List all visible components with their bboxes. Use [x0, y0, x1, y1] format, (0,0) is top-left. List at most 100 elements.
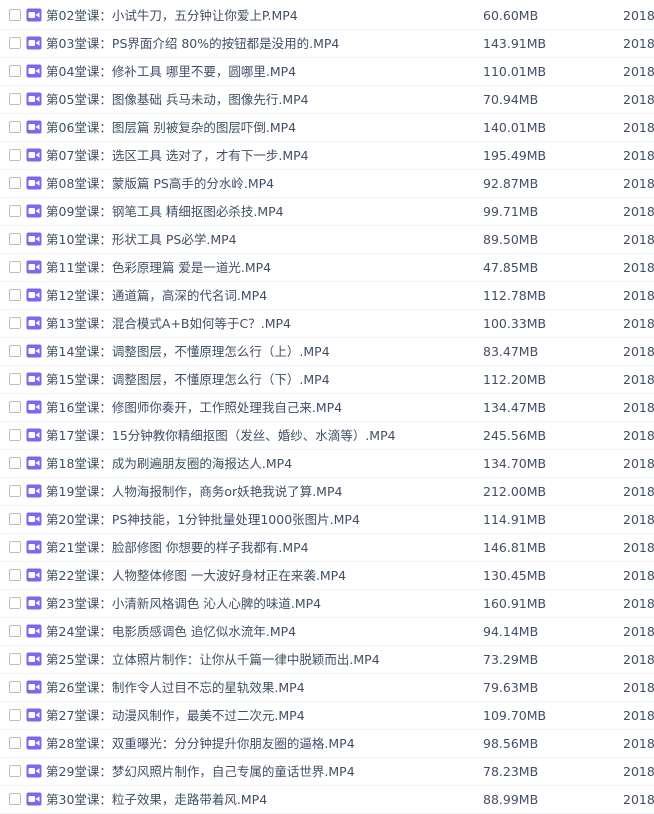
row-checkbox[interactable] [9, 9, 21, 21]
file-name[interactable]: 第18堂课：成为刷遍朋友圈的海报达人.MP4 [46, 450, 292, 477]
file-row[interactable]: 第20堂课：PS神技能，1分钟批量处理1000张图片.MP4 114.91MB … [0, 506, 654, 534]
file-name[interactable]: 第04堂课：修补工具 哪里不要，圆哪里.MP4 [46, 58, 296, 85]
file-row[interactable]: 第02堂课：小试牛刀，五分钟让你爱上P.MP4 60.60MB 2018- [0, 2, 654, 30]
video-file-icon [26, 176, 42, 190]
file-row[interactable]: 第07堂课：选区工具 选对了，才有下一步.MP4 195.49MB 2018- [0, 142, 654, 170]
row-checkbox[interactable] [9, 373, 21, 385]
row-checkbox[interactable] [9, 793, 21, 805]
file-name[interactable]: 第08堂课：蒙版篇 PS高手的分水岭.MP4 [46, 170, 274, 197]
file-size: 83.47MB [483, 344, 539, 359]
file-name[interactable]: 第21堂课：脸部修图 你想要的样子我都有.MP4 [46, 534, 309, 561]
file-name[interactable]: 第16堂课：修图师你奏开，工作照处理我自己来.MP4 [46, 394, 342, 421]
file-name[interactable]: 第24堂课：电影质感调色 追忆似水流年.MP4 [46, 618, 296, 645]
row-checkbox[interactable] [9, 149, 21, 161]
file-date: 2018- [623, 176, 654, 191]
file-row[interactable]: 第16堂课：修图师你奏开，工作照处理我自己来.MP4 134.47MB 2018… [0, 394, 654, 422]
row-checkbox[interactable] [9, 93, 21, 105]
row-checkbox[interactable] [9, 625, 21, 637]
row-checkbox[interactable] [9, 485, 21, 497]
file-date: 2018- [623, 372, 654, 387]
row-checkbox[interactable] [9, 457, 21, 469]
file-name[interactable]: 第05堂课：图像基础 兵马未动，图像先行.MP4 [46, 86, 309, 113]
file-name[interactable]: 第19堂课：人物海报制作，商务or妖艳我说了算.MP4 [46, 478, 342, 505]
file-name[interactable]: 第06堂课：图层篇 别被复杂的图层吓倒.MP4 [46, 114, 296, 141]
file-name[interactable]: 第07堂课：选区工具 选对了，才有下一步.MP4 [46, 142, 309, 169]
file-row[interactable]: 第12堂课：通道篇，高深的代名词.MP4 112.78MB 2018- [0, 282, 654, 310]
file-row[interactable]: 第27堂课：动漫风制作，最美不过二次元.MP4 109.70MB 2018- [0, 702, 654, 730]
file-name[interactable]: 第28堂课：双重曝光：分分钟提升你朋友圈的逼格.MP4 [46, 730, 355, 757]
row-checkbox[interactable] [9, 289, 21, 301]
file-row[interactable]: 第15堂课：调整图层，不懂原理怎么行（下）.MP4 112.20MB 2018- [0, 366, 654, 394]
file-row[interactable]: 第05堂课：图像基础 兵马未动，图像先行.MP4 70.94MB 2018- [0, 86, 654, 114]
row-checkbox[interactable] [9, 65, 21, 77]
row-checkbox[interactable] [9, 317, 21, 329]
file-row[interactable]: 第18堂课：成为刷遍朋友圈的海报达人.MP4 134.70MB 2018- [0, 450, 654, 478]
row-checkbox[interactable] [9, 709, 21, 721]
file-row[interactable]: 第06堂课：图层篇 别被复杂的图层吓倒.MP4 140.01MB 2018- [0, 114, 654, 142]
file-size: 78.23MB [483, 764, 539, 779]
file-row[interactable]: 第30堂课：粒子效果，走路带着风.MP4 88.99MB 2018- [0, 786, 654, 814]
file-name[interactable]: 第23堂课：小清新风格调色 沁人心脾的味道.MP4 [46, 590, 321, 617]
file-name[interactable]: 第03堂课：PS界面介绍 80%的按钮都是没用的.MP4 [46, 30, 339, 57]
file-name[interactable]: 第09堂课：钢笔工具 精细抠图必杀技.MP4 [46, 198, 284, 225]
file-row[interactable]: 第04堂课：修补工具 哪里不要，圆哪里.MP4 110.01MB 2018- [0, 58, 654, 86]
file-name[interactable]: 第22堂课：人物整体修图 一大波好身材正在来袭.MP4 [46, 562, 346, 589]
file-date: 2018- [623, 764, 654, 779]
file-row[interactable]: 第11堂课：色彩原理篇 爱是一道光.MP4 47.85MB 2018- [0, 254, 654, 282]
row-checkbox[interactable] [9, 261, 21, 273]
row-checkbox[interactable] [9, 541, 21, 553]
row-checkbox[interactable] [9, 205, 21, 217]
file-row[interactable]: 第29堂课：梦幻风照片制作，自己专属的童话世界.MP4 78.23MB 2018… [0, 758, 654, 786]
file-date: 2018- [623, 316, 654, 331]
file-row[interactable]: 第10堂课：形状工具 PS必学.MP4 89.50MB 2018- [0, 226, 654, 254]
file-date: 2018- [623, 596, 654, 611]
row-checkbox[interactable] [9, 737, 21, 749]
row-checkbox[interactable] [9, 681, 21, 693]
file-row[interactable]: 第23堂课：小清新风格调色 沁人心脾的味道.MP4 160.91MB 2018- [0, 590, 654, 618]
file-row[interactable]: 第22堂课：人物整体修图 一大波好身材正在来袭.MP4 130.45MB 201… [0, 562, 654, 590]
row-checkbox[interactable] [9, 121, 21, 133]
row-checkbox[interactable] [9, 233, 21, 245]
file-row[interactable]: 第28堂课：双重曝光：分分钟提升你朋友圈的逼格.MP4 98.56MB 2018… [0, 730, 654, 758]
row-checkbox[interactable] [9, 597, 21, 609]
row-checkbox[interactable] [9, 513, 21, 525]
file-name[interactable]: 第20堂课：PS神技能，1分钟批量处理1000张图片.MP4 [46, 506, 360, 533]
row-checkbox[interactable] [9, 653, 21, 665]
file-row[interactable]: 第25堂课：立体照片制作：让你从千篇一律中脱颖而出.MP4 73.29MB 20… [0, 646, 654, 674]
file-name[interactable]: 第17堂课：15分钟教你精细抠图（发丝、婚纱、水滴等）.MP4 [46, 422, 396, 449]
row-checkbox[interactable] [9, 401, 21, 413]
file-row[interactable]: 第09堂课：钢笔工具 精细抠图必杀技.MP4 99.71MB 2018- [0, 198, 654, 226]
file-row[interactable]: 第24堂课：电影质感调色 追忆似水流年.MP4 94.14MB 2018- [0, 618, 654, 646]
file-name[interactable]: 第15堂课：调整图层，不懂原理怎么行（下）.MP4 [46, 366, 330, 393]
file-row[interactable]: 第21堂课：脸部修图 你想要的样子我都有.MP4 146.81MB 2018- [0, 534, 654, 562]
file-row[interactable]: 第13堂课：混合模式A+B如何等于C？.MP4 100.33MB 2018- [0, 310, 654, 338]
file-row[interactable]: 第26堂课：制作令人过目不忘的星轨效果.MP4 79.63MB 2018- [0, 674, 654, 702]
file-size: 79.63MB [483, 680, 539, 695]
row-checkbox[interactable] [9, 345, 21, 357]
file-name[interactable]: 第12堂课：通道篇，高深的代名词.MP4 [46, 282, 267, 309]
file-name[interactable]: 第27堂课：动漫风制作，最美不过二次元.MP4 [46, 702, 305, 729]
row-checkbox[interactable] [9, 765, 21, 777]
file-name[interactable]: 第10堂课：形状工具 PS必学.MP4 [46, 226, 237, 253]
file-row[interactable]: 第19堂课：人物海报制作，商务or妖艳我说了算.MP4 212.00MB 201… [0, 478, 654, 506]
file-row[interactable]: 第08堂课：蒙版篇 PS高手的分水岭.MP4 92.87MB 2018- [0, 170, 654, 198]
file-row[interactable]: 第14堂课：调整图层，不懂原理怎么行（上）.MP4 83.47MB 2018- [0, 338, 654, 366]
video-file-icon [26, 316, 42, 330]
video-file-icon [26, 596, 42, 610]
file-name[interactable]: 第29堂课：梦幻风照片制作，自己专属的童话世界.MP4 [46, 758, 355, 785]
file-name[interactable]: 第26堂课：制作令人过目不忘的星轨效果.MP4 [46, 674, 305, 701]
file-name[interactable]: 第25堂课：立体照片制作：让你从千篇一律中脱颖而出.MP4 [46, 646, 380, 673]
file-size: 134.47MB [483, 400, 547, 415]
row-checkbox[interactable] [9, 569, 21, 581]
row-checkbox[interactable] [9, 429, 21, 441]
file-name[interactable]: 第02堂课：小试牛刀，五分钟让你爱上P.MP4 [46, 2, 298, 29]
video-file-icon [26, 652, 42, 666]
file-name[interactable]: 第30堂课：粒子效果，走路带着风.MP4 [46, 786, 267, 813]
row-checkbox[interactable] [9, 37, 21, 49]
file-row[interactable]: 第17堂课：15分钟教你精细抠图（发丝、婚纱、水滴等）.MP4 245.56MB… [0, 422, 654, 450]
file-name[interactable]: 第11堂课：色彩原理篇 爱是一道光.MP4 [46, 254, 271, 281]
file-name[interactable]: 第13堂课：混合模式A+B如何等于C？.MP4 [46, 310, 291, 337]
file-name[interactable]: 第14堂课：调整图层，不懂原理怎么行（上）.MP4 [46, 338, 330, 365]
row-checkbox[interactable] [9, 177, 21, 189]
file-row[interactable]: 第03堂课：PS界面介绍 80%的按钮都是没用的.MP4 143.91MB 20… [0, 30, 654, 58]
